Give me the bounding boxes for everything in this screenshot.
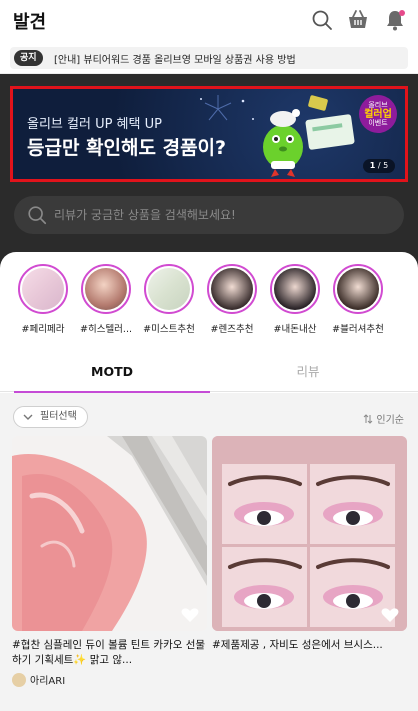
story-label: #내돈내산 [273,324,317,335]
story-item[interactable]: #미스트추천 [139,264,199,335]
pager-total: / 5 [377,161,389,170]
story-item[interactable]: #내돈내산 [265,264,325,335]
notice-text[interactable]: [안내] 뷰티어워드 경품 올리브영 모바일 상품권 사용 방법 [54,51,296,66]
heart-icon[interactable] [181,607,199,623]
content-sheet: #페리페라 #히스텔러... #미스트추천 #렌즈추천 #내돈내산 #블러셔추천… [0,252,418,711]
story-label: #블러셔추천 [332,324,384,335]
story-thumbnail [22,268,64,310]
feed-area: 필터선택 인기순 #협찬 심플레인 듀이 볼륨 틴트 카카오 선물하기 기획세트… [0,393,418,711]
sort-button[interactable]: 인기순 [363,411,404,426]
story-thumbnail [85,268,127,310]
story-item[interactable]: #히스텔러... [76,264,136,335]
notification-bell-icon[interactable] [383,8,407,32]
card-caption: #제품제공 , 자비도 성은에서 브시스... [212,639,383,651]
sort-arrows-icon [364,414,373,424]
shopping-basket-icon[interactable] [346,8,370,32]
sort-label: 인기순 [376,415,404,426]
story-ring [81,264,131,314]
filter-label: 필터선택 [40,411,77,422]
badge-mid-text: 컬러업 [364,109,392,120]
story-label: #히스텔러... [80,324,132,335]
card-author[interactable]: 아리ARI [12,672,207,688]
story-ring [270,264,320,314]
search-icon [28,206,47,225]
banner-pager: 1 / 5 [363,159,395,173]
card-image[interactable] [212,436,407,631]
tint-swatch-photo [12,436,207,631]
page-title: 발견 [13,12,47,33]
chevron-down-icon [23,414,33,420]
story-ring [333,264,383,314]
filter-select-button[interactable]: 필터선택 [13,406,88,428]
banner-subtitle: 올리브 컬러 UP 혜택 UP [27,117,162,132]
banner-title: 등급만 확인해도 경품이? [27,137,227,159]
author-name: 아리ARI [30,676,66,687]
story-thumbnail [274,268,316,310]
story-item[interactable]: #블러셔추천 [328,264,388,335]
story-ring [18,264,68,314]
card-image[interactable] [12,436,207,631]
promo-banner[interactable]: 올리브 컬러 UP 혜택 UP 등급만 확인해도 경품이? 올리브 컬러업 이벤… [10,86,408,182]
search-input[interactable] [54,205,384,225]
story-item[interactable]: #렌즈추천 [202,264,262,335]
olive-color-up-badge: 올리브 컬러업 이벤트 [359,95,397,133]
review-search-bar[interactable] [14,196,404,234]
notice-container[interactable]: 공지 [안내] 뷰티어워드 경품 올리브영 모바일 상품권 사용 방법 [10,47,408,69]
story-thumbnail [211,268,253,310]
feed-card[interactable]: #제품제공 , 자비도 성은에서 브시스... [212,436,407,668]
tab-motd[interactable]: MOTD [14,352,210,393]
top-header: 발견 [0,0,418,42]
badge-bottom-text: 이벤트 [368,119,388,127]
story-item[interactable]: #페리페라 [13,264,73,335]
promo-area: 올리브 컬러 UP 혜택 UP 등급만 확인해도 경품이? 올리브 컬러업 이벤… [0,74,418,252]
pager-current: 1 [369,161,376,170]
story-label: #렌즈추천 [210,324,254,335]
avatar [12,673,26,687]
story-thumbnail [337,268,379,310]
badge-top-text: 올리브 [368,101,388,109]
search-icon[interactable] [310,8,334,32]
heart-icon[interactable] [381,607,399,623]
story-ring [207,264,257,314]
card-caption: #협찬 심플레인 듀이 볼륨 틴트 카카오 선물하기 기획세트✨ 맑고 않... [12,639,206,666]
notice-badge: 공지 [14,50,43,66]
eye-makeup-photo [212,436,407,631]
story-ring [144,264,194,314]
notice-bar[interactable]: 공지 [안내] 뷰티어워드 경품 올리브영 모바일 상품권 사용 방법 [0,42,418,74]
feed-card[interactable]: #협찬 심플레인 듀이 볼륨 틴트 카카오 선물하기 기획세트✨ 맑고 않...… [12,436,207,688]
story-label: #미스트추천 [143,324,195,335]
story-label: #페리페라 [21,324,65,335]
content-tabs: MOTD 리뷰 [0,352,418,393]
tab-review[interactable]: 리뷰 [210,352,406,392]
story-thumbnail [148,268,190,310]
